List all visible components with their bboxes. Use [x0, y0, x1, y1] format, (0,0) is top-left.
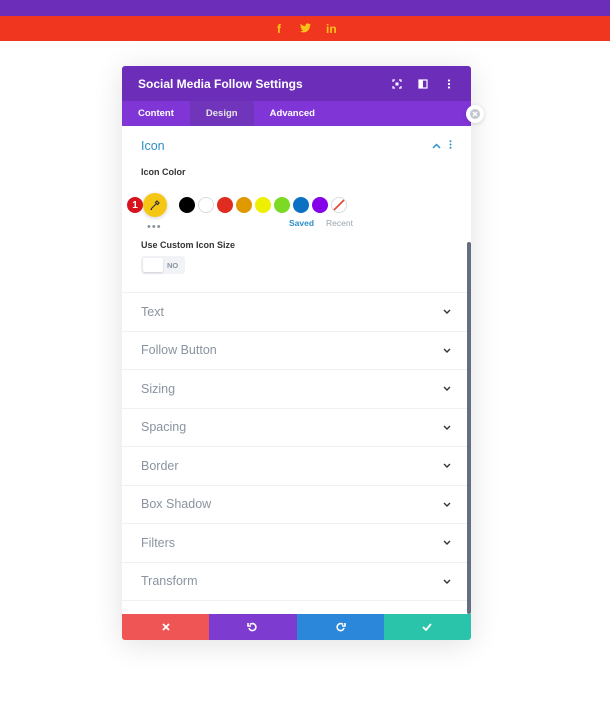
- chevron-down-icon: [442, 384, 452, 394]
- section-label: Spacing: [141, 420, 187, 435]
- icon-section: Icon Icon Color 1 ••• Saved Recent Use C…: [122, 126, 471, 293]
- toggle-knob: [143, 258, 163, 272]
- icon-color-label: Icon Color: [141, 167, 186, 177]
- chevron-down-icon: [442, 538, 452, 548]
- custom-icon-size-label: Use Custom Icon Size: [141, 240, 236, 250]
- chevron-down-icon: [442, 461, 452, 471]
- section-spacing[interactable]: Spacing: [122, 409, 471, 447]
- save-button[interactable]: [383, 614, 471, 640]
- chevron-down-icon: [442, 345, 452, 355]
- section-label: Transform: [141, 574, 198, 589]
- facebook-icon[interactable]: f: [274, 23, 284, 35]
- color-swatch-row: 1: [127, 191, 452, 219]
- section-label: Filters: [141, 535, 176, 550]
- swatch-orange[interactable]: [236, 197, 252, 213]
- swatch-blue[interactable]: [293, 197, 309, 213]
- split-layout-icon[interactable]: [417, 78, 429, 90]
- swatch-white[interactable]: [198, 197, 214, 213]
- section-sizing[interactable]: Sizing: [122, 370, 471, 409]
- swatch-yellow[interactable]: [255, 197, 271, 213]
- section-label: Box Shadow: [141, 497, 212, 512]
- swatch-clear-icon[interactable]: [331, 197, 347, 213]
- tab-advanced[interactable]: Advanced: [254, 101, 331, 126]
- twitter-icon[interactable]: [300, 22, 311, 35]
- cancel-button[interactable]: [122, 614, 210, 640]
- check-icon: [422, 623, 433, 631]
- redo-icon: [335, 622, 346, 632]
- social-bar: f in: [0, 16, 610, 41]
- site-top-bar: [0, 0, 610, 16]
- section-follow-button[interactable]: Follow Button: [122, 332, 471, 370]
- settings-modal: Social Media Follow Settings Content Des…: [122, 66, 471, 640]
- redo-button[interactable]: [296, 614, 384, 640]
- color-swatches: [179, 197, 347, 213]
- undo-icon: [247, 622, 258, 632]
- close-icon: [161, 623, 170, 631]
- collapse-chevron-icon[interactable]: [432, 141, 441, 152]
- swatch-green[interactable]: [274, 197, 290, 213]
- chevron-down-icon: [442, 422, 452, 432]
- modal-title: Social Media Follow Settings: [138, 76, 303, 91]
- section-label: Follow Button: [141, 343, 217, 358]
- icon-section-title[interactable]: Icon: [141, 139, 424, 153]
- section-label: Sizing: [141, 381, 176, 396]
- step-badge: 1: [127, 197, 143, 213]
- linkedin-icon[interactable]: in: [326, 23, 337, 35]
- section-box-shadow[interactable]: Box Shadow: [122, 486, 471, 524]
- more-options-icon[interactable]: [443, 78, 455, 90]
- section-label: Text: [141, 304, 164, 319]
- color-picker-eyedropper-icon[interactable]: [143, 193, 167, 217]
- saved-tab[interactable]: Saved: [289, 218, 314, 228]
- section-filters[interactable]: Filters: [122, 524, 471, 563]
- chevron-down-icon: [442, 499, 452, 509]
- section-border[interactable]: Border: [122, 447, 471, 486]
- modal-footer: [122, 614, 471, 640]
- section-transform[interactable]: Transform: [122, 563, 471, 601]
- swatch-red[interactable]: [217, 197, 233, 213]
- chevron-down-icon: [442, 576, 452, 586]
- section-label: Border: [141, 458, 179, 473]
- tab-design[interactable]: Design: [189, 101, 254, 126]
- recent-tab[interactable]: Recent: [326, 218, 353, 228]
- toggle-value: NO: [167, 260, 179, 270]
- modal-body: Icon Icon Color 1 ••• Saved Recent Use C…: [122, 126, 471, 614]
- palette-tabs: Saved Recent: [289, 218, 353, 228]
- scrollbar[interactable]: [467, 242, 471, 614]
- section-text[interactable]: Text: [122, 293, 471, 332]
- swatch-purple[interactable]: [312, 197, 328, 213]
- custom-icon-size-toggle[interactable]: NO: [141, 256, 185, 274]
- floating-close-icon[interactable]: [466, 105, 484, 123]
- swatch-black[interactable]: [179, 197, 195, 213]
- chevron-down-icon: [442, 307, 452, 317]
- section-more-icon[interactable]: [449, 140, 452, 152]
- modal-tabs: Content Design Advanced: [122, 101, 471, 126]
- fullscreen-icon[interactable]: [391, 78, 403, 90]
- undo-button[interactable]: [209, 614, 297, 640]
- tab-content[interactable]: Content: [122, 101, 190, 126]
- modal-header: Social Media Follow Settings: [122, 66, 471, 101]
